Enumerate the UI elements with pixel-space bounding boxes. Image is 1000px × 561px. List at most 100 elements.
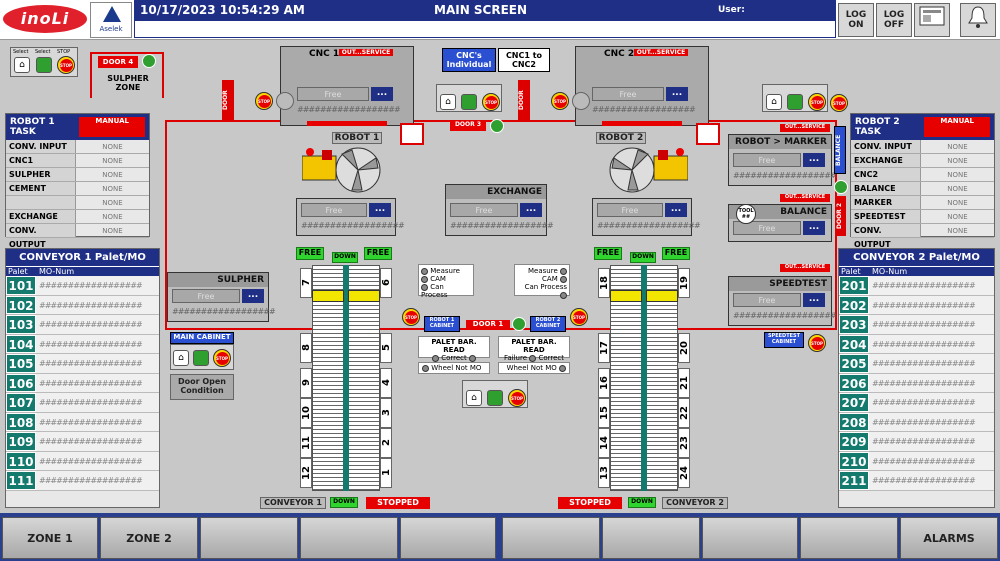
speedtest-cabinet-button[interactable]: SPEEDTEST CABINET	[764, 332, 804, 348]
table-row[interactable]: 202 ##################	[839, 295, 994, 315]
table-row[interactable]: 211 ##################	[839, 471, 994, 491]
stop-button[interactable]: STOP	[508, 389, 526, 407]
palet-yellow	[348, 290, 380, 302]
main-cabinet-button[interactable]: MAIN CABINET	[170, 332, 234, 344]
stop-button[interactable]: STOP	[213, 349, 231, 367]
zone1-button[interactable]: ZONE 1	[2, 517, 98, 559]
table-row[interactable]: 111 ##################	[6, 471, 159, 491]
door1-lock-icon[interactable]	[512, 317, 526, 331]
stop-button-right[interactable]: STOP	[830, 94, 848, 112]
conveyor1-label[interactable]: CONVEYOR 1	[260, 497, 326, 509]
robot2-label[interactable]: ROBOT 2	[596, 132, 646, 144]
pallet-position: 1	[380, 458, 392, 488]
table-row[interactable]: 205 ##################	[839, 354, 994, 374]
door-select-icon[interactable]	[787, 94, 803, 110]
pallet-position: 20	[678, 333, 690, 363]
cnc2-tool-icon[interactable]	[572, 92, 590, 110]
pallet-position: 6	[380, 268, 392, 298]
door-select-icon[interactable]	[193, 350, 209, 366]
bell-icon	[968, 6, 988, 28]
table-row[interactable]: 208 ##################	[839, 412, 994, 432]
pallet-position: 4	[380, 368, 392, 398]
table-row[interactable]: 104 ##################	[6, 334, 159, 354]
cnc2-stop-button[interactable]: STOP	[551, 92, 569, 110]
alarms-button[interactable]: ALARMS	[900, 517, 998, 559]
zone2-button[interactable]: ZONE 2	[100, 517, 198, 559]
door-open-condition-button[interactable]: Door Open Condition	[170, 374, 234, 400]
table-row[interactable]: 105 ##################	[6, 354, 159, 374]
table-row[interactable]: 209 ##################	[839, 432, 994, 452]
cnc1-door: DOOR	[222, 80, 234, 120]
log-on-button[interactable]: LOG ON	[838, 3, 874, 37]
cnc1-stop-button[interactable]: STOP	[255, 92, 273, 110]
pallet-position: 7	[300, 268, 312, 298]
door4-lock-icon[interactable]	[142, 54, 156, 68]
screen-icon-button[interactable]	[914, 3, 950, 37]
task-row: NONE	[6, 196, 149, 210]
alarm-bell-button[interactable]	[960, 3, 996, 37]
select-group-right: ⌂ STOP	[762, 84, 828, 112]
door2-vertical: DOOR 2	[836, 196, 846, 236]
task-row: CONV. INPUT NONE	[851, 140, 994, 154]
cnc1-tool-icon[interactable]	[276, 92, 294, 110]
zone-empty-4[interactable]	[300, 517, 398, 559]
table-row[interactable]: 102 ##################	[6, 295, 159, 315]
pallet-position: 10	[300, 398, 312, 428]
home-icon[interactable]: ⌂	[14, 57, 30, 73]
datetime: 10/17/2023 10:54:29 AM	[140, 3, 305, 17]
cnc1-to-cnc2-button[interactable]: CNC1 to CNC2	[498, 48, 550, 72]
zone-empty-9[interactable]	[800, 517, 898, 559]
home-icon[interactable]: ⌂	[766, 94, 782, 110]
door-select-icon[interactable]	[487, 390, 503, 406]
table-row[interactable]: 103 ##################	[6, 315, 159, 335]
table-row[interactable]: 107 ##################	[6, 393, 159, 413]
robot1-cabinet-stop[interactable]: STOP	[402, 308, 420, 326]
home-icon[interactable]: ⌂	[440, 94, 456, 110]
robot-arm-icon	[301, 147, 381, 193]
table-row[interactable]: 108 ##################	[6, 412, 159, 432]
conv1-palet-bar-read: PALET BAR. READ Correct Failure	[418, 336, 490, 370]
zone-empty-5[interactable]	[400, 517, 496, 559]
robot1-label[interactable]: ROBOT 1	[332, 132, 382, 144]
speedtest-stop-button[interactable]: STOP	[808, 334, 826, 352]
door-select-icon[interactable]	[36, 57, 52, 73]
zone-empty-7[interactable]	[602, 517, 700, 559]
conveyor2-label[interactable]: CONVEYOR 2	[662, 497, 728, 509]
table-row[interactable]: 207 ##################	[839, 393, 994, 413]
door3-lock-icon[interactable]	[490, 119, 504, 133]
zone-empty-8[interactable]	[702, 517, 798, 559]
table-row[interactable]: 210 ##################	[839, 451, 994, 471]
robot2-cabinet-button[interactable]: ROBOT 2 CABINET	[530, 316, 566, 332]
table-row[interactable]: 109 ##################	[6, 432, 159, 452]
robot1-station: Free ... ##################	[296, 198, 405, 236]
cnc-individual-button[interactable]: CNC's Individual	[442, 48, 496, 72]
table-row[interactable]: 106 ##################	[6, 373, 159, 393]
robot2-cabinet-stop[interactable]: STOP	[570, 308, 588, 326]
robot1-task-panel: ROBOT 1 TASK MANUAL CONV. INPUT NONE CNC1 NO…	[5, 113, 150, 249]
pallet-position: 15	[598, 398, 610, 428]
zone-empty-6[interactable]	[502, 517, 600, 559]
door-select-icon[interactable]	[461, 94, 477, 110]
aselek-logo: Aselek	[90, 2, 132, 38]
balance-side-button[interactable]: BALANCE	[834, 126, 846, 174]
table-row[interactable]: 204 ##################	[839, 334, 994, 354]
robot1-cabinet-button[interactable]: ROBOT 1 CABINET	[424, 316, 460, 332]
home-icon[interactable]: ⌂	[173, 350, 189, 366]
stop-button[interactable]: STOP	[482, 93, 500, 111]
door2-lock-icon[interactable]	[834, 180, 848, 194]
robot2-panel-icon[interactable]	[696, 123, 720, 145]
table-row[interactable]: 101 ##################	[6, 276, 159, 296]
pallet-position: 11	[300, 428, 312, 458]
home-icon[interactable]: ⌂	[466, 390, 482, 406]
table-row[interactable]: 203 ##################	[839, 315, 994, 335]
stop-button[interactable]: STOP	[57, 56, 75, 74]
zone-bar: ZONE 1 ZONE 2 ALARMS	[0, 513, 1000, 561]
stop-button[interactable]: STOP	[808, 93, 826, 111]
table-row[interactable]: 110 ##################	[6, 451, 159, 471]
robot1-panel-icon[interactable]	[400, 123, 424, 145]
zone-empty-3[interactable]	[200, 517, 298, 559]
table-row[interactable]: 201 ##################	[839, 276, 994, 296]
table-row[interactable]: 206 ##################	[839, 373, 994, 393]
log-off-button[interactable]: LOG OFF	[876, 3, 912, 37]
conv1-measure-legend: Measure CAM Can Process	[418, 264, 474, 299]
